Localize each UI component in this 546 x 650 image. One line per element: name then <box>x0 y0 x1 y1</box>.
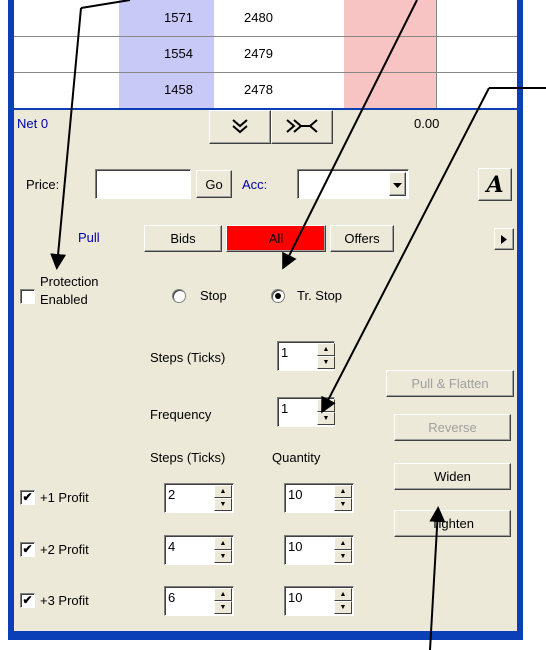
price[interactable]: 2478 <box>244 82 273 97</box>
profit-quantity-header: Quantity <box>272 450 321 465</box>
spin-down-icon[interactable]: ▼ <box>317 412 335 425</box>
center-ladder-button[interactable] <box>271 110 333 144</box>
protection-label-line1: Protection <box>40 274 99 289</box>
spin-down-icon[interactable]: ▼ <box>317 356 335 369</box>
font-button[interactable]: A <box>478 168 512 201</box>
steps-spinner[interactable]: ▲ ▼ <box>317 343 335 369</box>
double-chevron-down-icon <box>231 118 249 137</box>
account-select[interactable] <box>297 169 409 199</box>
profit-1-qty-spinner[interactable]: ▲ ▼ <box>334 485 352 511</box>
acc-label: Acc: <box>242 177 268 192</box>
spin-down-icon[interactable]: ▼ <box>334 601 352 614</box>
spin-down-icon[interactable]: ▼ <box>214 498 232 511</box>
ladder-row[interactable]: 1571 2480 <box>14 0 517 37</box>
stop-radio[interactable] <box>172 289 186 303</box>
price-ladder: 1571 2480 1554 2479 1458 2478 <box>14 0 517 108</box>
profit-1-steps-spinner[interactable]: ▲ ▼ <box>214 485 232 511</box>
profit-3-checkbox[interactable]: ✔ <box>20 593 35 608</box>
price[interactable]: 2480 <box>244 10 273 25</box>
stop-label: Stop <box>200 288 227 303</box>
chevron-down-icon <box>393 177 402 192</box>
spin-down-icon[interactable]: ▼ <box>214 550 232 563</box>
widen-button[interactable]: Widen <box>394 463 511 490</box>
reverse-button[interactable]: Reverse <box>394 414 511 441</box>
ladder-row[interactable]: 1458 2478 <box>14 72 517 108</box>
spin-down-icon[interactable]: ▼ <box>334 498 352 511</box>
spin-up-icon[interactable]: ▲ <box>317 399 335 412</box>
protection-checkbox[interactable] <box>20 289 35 304</box>
spin-up-icon[interactable]: ▲ <box>214 588 232 601</box>
spin-up-icon[interactable]: ▲ <box>334 588 352 601</box>
spin-up-icon[interactable]: ▲ <box>214 537 232 550</box>
bid-qty[interactable]: 1571 <box>164 10 193 25</box>
tighten-button[interactable]: Tighten <box>394 510 511 537</box>
pull-label[interactable]: Pull <box>78 230 100 245</box>
profit-2-qty-spinner[interactable]: ▲ ▼ <box>334 537 352 563</box>
collapse-arrows-icon <box>285 117 319 138</box>
price-label: Price: <box>26 177 60 192</box>
bid-qty[interactable]: 1554 <box>164 46 193 61</box>
net-position: Net 0 <box>17 116 49 131</box>
bid-qty[interactable]: 1458 <box>164 82 193 97</box>
expand-button[interactable] <box>494 228 514 250</box>
frequency-label: Frequency <box>150 407 212 422</box>
spin-up-icon[interactable]: ▲ <box>334 485 352 498</box>
price-input[interactable] <box>95 169 191 199</box>
offers-button[interactable]: Offers <box>330 225 394 252</box>
profit-2-steps-spinner[interactable]: ▲ ▼ <box>214 537 232 563</box>
spin-down-icon[interactable]: ▼ <box>334 550 352 563</box>
profit-steps-header: Steps (Ticks) <box>150 450 226 465</box>
protection-label-line2: Enabled <box>40 292 88 307</box>
spin-up-icon[interactable]: ▲ <box>214 485 232 498</box>
profit-1-label: +1 Profit <box>40 490 89 505</box>
spin-down-icon[interactable]: ▼ <box>214 601 232 614</box>
profit-3-steps-spinner[interactable]: ▲ ▼ <box>214 588 232 614</box>
ladder-row[interactable]: 1554 2479 <box>14 36 517 73</box>
trailing-stop-radio[interactable] <box>271 289 285 303</box>
account-dropdown-button[interactable] <box>389 172 406 196</box>
steps-label: Steps (Ticks) <box>150 350 226 365</box>
spin-up-icon[interactable]: ▲ <box>334 537 352 550</box>
spin-up-icon[interactable]: ▲ <box>317 343 335 356</box>
frequency-spinner[interactable]: ▲ ▼ <box>317 399 335 425</box>
bids-button[interactable]: Bids <box>144 225 222 252</box>
trailing-stop-label: Tr. Stop <box>297 288 343 303</box>
profit-3-qty-spinner[interactable]: ▲ ▼ <box>334 588 352 614</box>
profit-3-label: +3 Profit <box>40 593 89 608</box>
profit-2-label: +2 Profit <box>40 542 89 557</box>
pnl-value: 0.00 <box>414 116 440 131</box>
control-panel: Net 0 0.00 Price: Go Acc: A Pull Bids Al… <box>14 110 517 631</box>
pull-flatten-button[interactable]: Pull & Flatten <box>386 370 514 397</box>
triangle-right-icon <box>501 232 507 247</box>
profit-1-checkbox[interactable]: ✔ <box>20 490 35 505</box>
scroll-down-button[interactable] <box>209 110 271 144</box>
profit-2-checkbox[interactable]: ✔ <box>20 542 35 557</box>
go-button[interactable]: Go <box>196 170 232 198</box>
price[interactable]: 2479 <box>244 46 273 61</box>
all-button[interactable]: All <box>226 225 326 252</box>
